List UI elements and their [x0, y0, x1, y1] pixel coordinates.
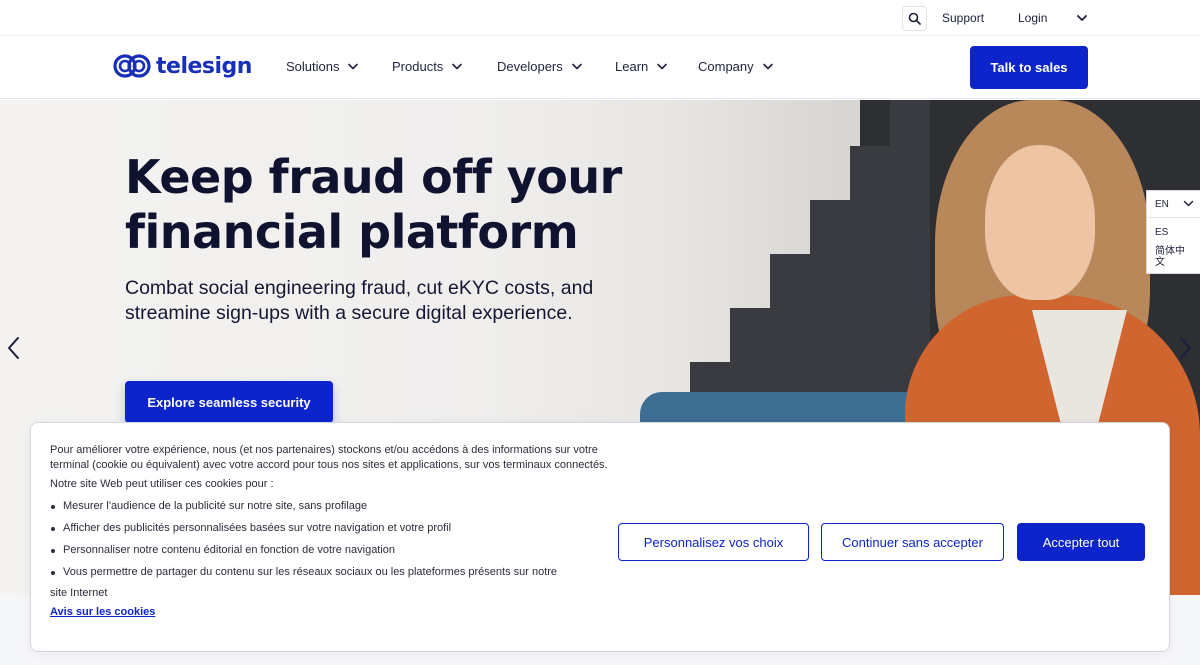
main-nav: telesign Solutions Products Developers L… [0, 37, 1200, 99]
hero-subtitle: Combat social engineering fraud, cut eKY… [125, 277, 594, 324]
nav-products[interactable]: Products [392, 59, 463, 74]
language-option-es[interactable]: ES [1147, 227, 1200, 238]
cookie-notice-link[interactable]: Avis sur les cookies [50, 605, 155, 620]
chevron-down-icon [762, 63, 773, 69]
carousel-next-arrow-icon[interactable] [1176, 335, 1194, 361]
nav-label: Learn [615, 59, 649, 74]
chevron-down-icon [571, 63, 582, 69]
hero-title-line: Keep fraud off your [125, 150, 622, 204]
cookie-banner: Pour améliorer votre expérience, nous (e… [30, 422, 1170, 652]
hero-title: Keep fraud off your financial platform [125, 150, 645, 260]
nav-solutions[interactable]: Solutions [286, 59, 359, 74]
logo[interactable]: telesign [113, 51, 252, 81]
language-selector[interactable]: EN ES 简体中文 [1146, 190, 1200, 274]
page: Support Login telesign Solutions Product… [0, 0, 1200, 665]
telesign-logo-icon [113, 54, 151, 78]
chevron-down-icon[interactable] [1075, 12, 1089, 24]
search-icon [908, 12, 921, 25]
cookie-purpose-item: Mesurer l'audience de la publicité sur n… [50, 499, 610, 514]
cookie-purpose-intro: Notre site Web peut utiliser ces cookies… [50, 478, 274, 490]
nav-label: Company [698, 59, 754, 74]
search-button[interactable] [902, 6, 927, 31]
cookie-purpose-tail: site Internet [50, 587, 108, 599]
continue-without-accepting-button[interactable]: Continuer sans accepter [821, 523, 1004, 561]
carousel-prev-arrow-icon[interactable] [5, 335, 23, 361]
cookie-purpose-item: Vous permettre de partager du contenu su… [50, 565, 610, 580]
nav-company[interactable]: Company [698, 59, 774, 74]
language-current-label: EN [1155, 198, 1169, 210]
login-link[interactable]: Login [1018, 11, 1047, 25]
customize-choices-button[interactable]: Personnalisez vos choix [618, 523, 809, 561]
language-option-zh[interactable]: 简体中文 [1147, 246, 1200, 268]
talk-to-sales-button[interactable]: Talk to sales [970, 46, 1088, 89]
chevron-down-icon [452, 63, 463, 69]
cookie-purpose-list: Mesurer l'audience de la publicité sur n… [50, 499, 610, 580]
chevron-down-icon [348, 63, 359, 69]
chevron-down-icon [1183, 200, 1194, 207]
cookie-purpose-item: Afficher des publicités personnalisées b… [50, 521, 610, 536]
language-current[interactable]: EN [1147, 191, 1200, 218]
utility-bar: Support Login [0, 0, 1200, 36]
hero-person-face [985, 145, 1095, 300]
hero-title-line: financial platform [125, 205, 579, 259]
explore-seamless-security-button[interactable]: Explore seamless security [125, 381, 333, 423]
chevron-down-icon [657, 63, 668, 69]
cookie-purpose-item: Personnaliser notre contenu éditorial en… [50, 543, 610, 558]
nav-developers[interactable]: Developers [497, 59, 583, 74]
hero-stairs-image [690, 100, 930, 430]
support-link[interactable]: Support [942, 11, 984, 25]
logo-wordmark: telesign [156, 53, 252, 79]
nav-label: Solutions [286, 59, 340, 74]
accept-all-button[interactable]: Accepter tout [1017, 523, 1145, 561]
nav-label: Products [392, 59, 444, 74]
cookie-text: Pour améliorer votre expérience, nous (e… [50, 443, 610, 620]
cookie-intro: Pour améliorer votre expérience, nous (e… [50, 444, 608, 471]
nav-learn[interactable]: Learn [615, 59, 668, 74]
nav-label: Developers [497, 59, 563, 74]
